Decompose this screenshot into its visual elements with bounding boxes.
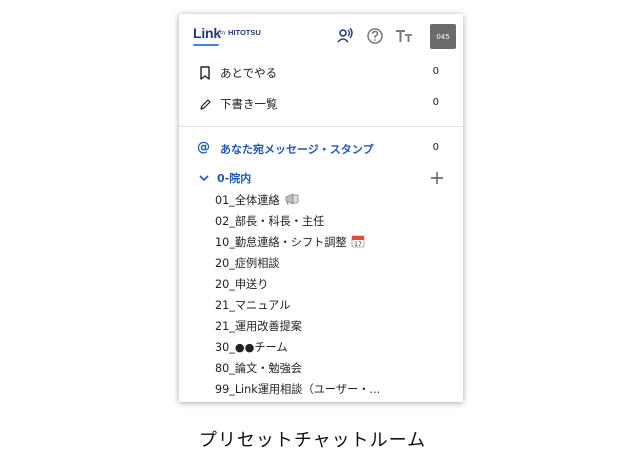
user-avatar[interactable]: 045 bbox=[430, 24, 456, 49]
room-item[interactable]: 80_論文・勉強会 bbox=[215, 360, 302, 376]
bookmark-icon bbox=[200, 66, 210, 80]
chevron-down-icon[interactable] bbox=[198, 171, 210, 185]
room-label: 20_申送り bbox=[215, 278, 269, 291]
room-item[interactable]: 21_マニュアル bbox=[215, 297, 290, 313]
drafts-label: 下書き一覧 bbox=[220, 97, 278, 111]
room-label: 21_マニュアル bbox=[215, 299, 291, 312]
logo-by: by bbox=[220, 30, 227, 36]
mentions-count: 0 bbox=[432, 142, 439, 153]
logo-main: Link bbox=[193, 25, 221, 41]
room-item[interactable]: 20_症例相談 bbox=[215, 255, 280, 271]
pencil-icon bbox=[200, 99, 211, 110]
plus-icon[interactable] bbox=[430, 171, 444, 185]
megaphone-icon bbox=[285, 193, 299, 206]
group-label: 0-院内 bbox=[217, 172, 252, 185]
caption: プリセットチャットルーム bbox=[198, 430, 427, 451]
room-item[interactable]: 99_Link運用相談（ユーザー・... bbox=[215, 381, 380, 397]
sidebar-panel: Link by HITOTSU 045 あとでやる 0 下書き一覧 0 @ あな… bbox=[179, 14, 463, 402]
mentions-label: あなた宛メッセージ・スタンプ bbox=[220, 143, 374, 156]
room-label: 02_部長・科長・主任 bbox=[215, 215, 325, 228]
drafts-count: 0 bbox=[432, 97, 439, 108]
at-icon: @ bbox=[197, 140, 210, 155]
room-item[interactable]: 21_運用改善提案 bbox=[215, 318, 302, 334]
room-item[interactable]: 10_勤怠連絡・シフト調整 17 bbox=[215, 234, 365, 250]
logo-underline bbox=[193, 44, 219, 46]
voice-icon[interactable] bbox=[336, 27, 354, 45]
room-item[interactable]: 01_全体連絡 bbox=[215, 192, 300, 208]
help-icon[interactable] bbox=[366, 27, 384, 45]
room-label: 10_勤怠連絡・シフト調整 bbox=[215, 236, 347, 249]
room-label: 99_Link運用相談（ユーザー・... bbox=[215, 383, 381, 396]
room-label: 80_論文・勉強会 bbox=[215, 362, 302, 375]
room-item[interactable]: 02_部長・科長・主任 bbox=[215, 213, 324, 229]
section-divider bbox=[179, 126, 463, 127]
later-count: 0 bbox=[432, 66, 439, 77]
room-item[interactable]: 20_申送り bbox=[215, 276, 268, 292]
later-label: あとでやる bbox=[220, 66, 278, 80]
logo-sub: HITOTSU bbox=[228, 28, 261, 37]
app-logo[interactable]: Link by HITOTSU bbox=[193, 25, 265, 49]
sidebar-header: Link by HITOTSU 045 bbox=[179, 14, 463, 58]
svg-text:17: 17 bbox=[354, 241, 362, 248]
text-size-icon[interactable] bbox=[395, 27, 413, 45]
room-label: 21_運用改善提案 bbox=[215, 320, 302, 333]
room-label: 30_●●チーム bbox=[215, 341, 288, 354]
room-label: 20_症例相談 bbox=[215, 257, 280, 270]
room-item[interactable]: 30_●●チーム bbox=[215, 339, 288, 355]
room-label: 01_全体連絡 bbox=[215, 194, 280, 207]
calendar-icon: 17 bbox=[351, 235, 365, 248]
